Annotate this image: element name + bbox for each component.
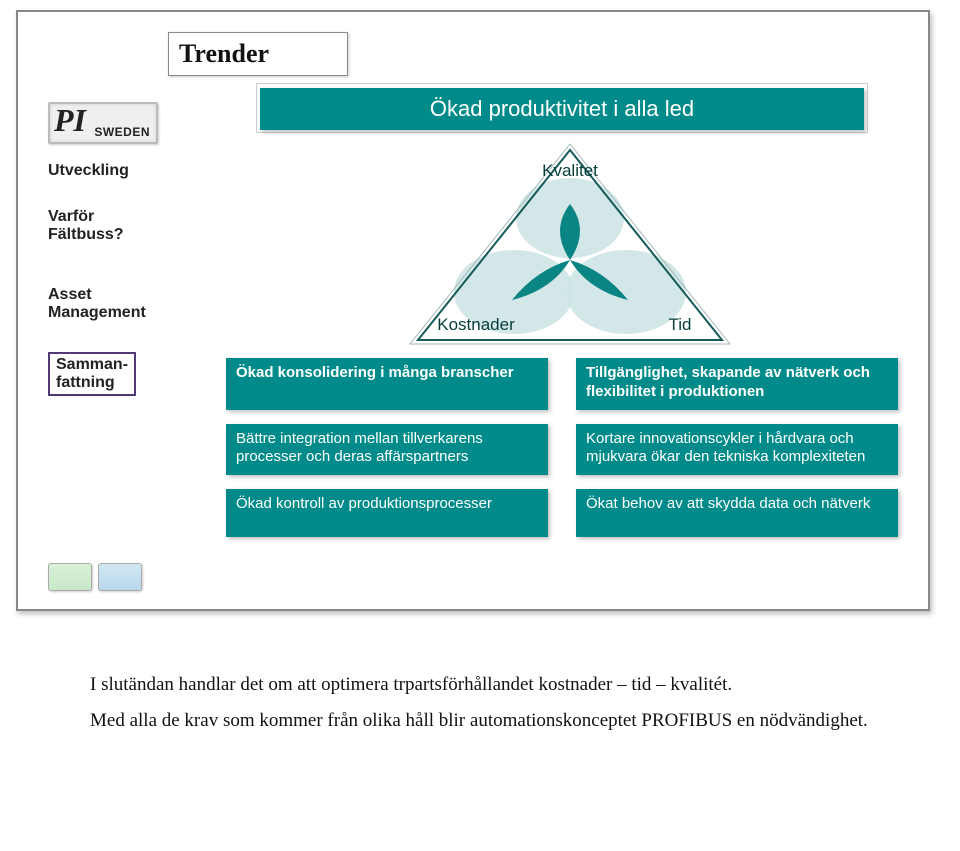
box-text: Ökat behov av att skydda data och nätver… xyxy=(586,495,870,512)
box-left-1: Ökad konsolidering i många branscher xyxy=(226,358,548,410)
box-right-2: Kortare innovationscykler i hårdvara och… xyxy=(576,424,898,476)
info-boxes: Ökad konsolidering i många branscher Til… xyxy=(220,358,904,537)
badge-icon xyxy=(98,563,142,591)
nav-label: Varför xyxy=(48,208,198,226)
triangle-label-top: Kvalitet xyxy=(542,161,598,180)
pi-logo-sweden: SWEDEN xyxy=(94,125,150,139)
nav-label: Samman- xyxy=(56,356,128,374)
triangle-label-left: Kostnader xyxy=(437,315,515,334)
slide-frame: Trender PI SWEDEN Utveckling Varför Fält… xyxy=(16,10,930,611)
slide-title: Trender xyxy=(168,32,348,76)
slide-content: Ökad produktivitet i alla led Kvalitet K… xyxy=(220,86,904,593)
note-paragraph: Med alla de krav som kommer från olika h… xyxy=(90,708,910,734)
badge-icon xyxy=(48,563,92,591)
footer-badges xyxy=(48,563,142,591)
nav-label: Fältbuss? xyxy=(48,226,198,244)
nav-label: Utveckling xyxy=(48,162,129,179)
nav-label: Management xyxy=(48,304,198,322)
banner: Ökad produktivitet i alla led xyxy=(260,88,864,130)
nav-asset-management[interactable]: Asset Management xyxy=(48,286,198,322)
pi-logo: PI SWEDEN xyxy=(48,102,158,144)
box-right-3: Ökat behov av att skydda data och nätver… xyxy=(576,489,898,537)
box-text: Ökad kontroll av produktions­processer xyxy=(236,495,492,512)
triangle-label-right: Tid xyxy=(669,315,692,334)
title-text: Trender xyxy=(179,39,269,68)
sidebar: PI SWEDEN Utveckling Varför Fältbuss? As… xyxy=(48,102,198,396)
notes-below: I slutändan handlar det om att optimera … xyxy=(90,672,910,743)
nav-label: Asset xyxy=(48,286,198,304)
triangle-diagram: Kvalitet Kostnader Tid xyxy=(390,140,750,350)
nav-varfor-faltbuss[interactable]: Varför Fältbuss? xyxy=(48,208,198,244)
banner-text: Ökad produktivitet i alla led xyxy=(430,96,694,122)
nav-label: fattning xyxy=(56,374,128,392)
box-right-1: Tillgänglighet, skapande av nätverk och … xyxy=(576,358,898,410)
box-text: Bättre integration mellan tillverkarens … xyxy=(236,430,483,466)
box-left-2: Bättre integration mellan tillverkarens … xyxy=(226,424,548,476)
box-left-3: Ökad kontroll av produktions­processer xyxy=(226,489,548,537)
nav-utveckling[interactable]: Utveckling xyxy=(48,162,198,180)
box-text: Kortare innovationscykler i hårdvara och… xyxy=(586,430,865,466)
note-paragraph: I slutändan handlar det om att optimera … xyxy=(90,672,910,698)
pi-logo-text: PI xyxy=(54,102,86,139)
nav-sammanfattning[interactable]: Samman- fattning xyxy=(48,352,136,396)
box-text: Ökad konsolidering i många branscher xyxy=(236,364,514,381)
box-text: Tillgänglighet, skapande av nätverk och … xyxy=(586,364,870,400)
